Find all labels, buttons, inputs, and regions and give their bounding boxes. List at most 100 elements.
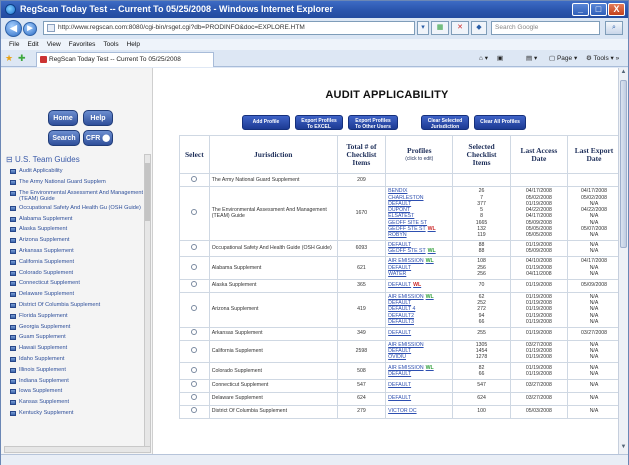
scroll-down-icon[interactable]: ▼ (619, 444, 628, 453)
profile-link[interactable]: DEFAULT WL (388, 282, 450, 288)
close-button[interactable]: X (608, 3, 625, 16)
sidebar-item[interactable]: Alabama Supplement (4, 214, 144, 225)
maximize-button[interactable]: □ (590, 3, 607, 16)
last-export-cell: 03/27/2008 (567, 326, 618, 341)
clear-selected-button[interactable]: Clear Selected Jurisdiction (421, 115, 469, 130)
sidebar-item[interactable]: Indiana Supplement (4, 376, 144, 387)
menu-file[interactable]: File (5, 39, 23, 50)
profiles-cell: VICTOR DC (385, 404, 454, 419)
profile-name: DEFAULT2 (388, 312, 414, 319)
cell-value: 1278 (475, 354, 488, 361)
table-row: The Army National Guard Supplement 209 (179, 173, 618, 187)
page-scrollbar[interactable]: ▲ ▼ (618, 68, 628, 454)
compatibility-icon[interactable]: ▦ (431, 21, 449, 35)
select-radio[interactable] (191, 209, 198, 216)
profile-link[interactable]: DEFAULT (388, 395, 450, 401)
table-row: Arizona Supplement 419 AIR EMISSION WL DEFAU… (179, 291, 618, 328)
profile-link[interactable]: WATER (388, 271, 450, 277)
tools-menu[interactable]: ⚙ Tools ▾ » (586, 53, 619, 64)
profile-link[interactable]: OVIDIU (388, 354, 450, 360)
profile-name: DEFAULT (388, 300, 412, 307)
sidebar-item[interactable]: Connecticut Supplement (4, 278, 144, 289)
menu-help[interactable]: Help (123, 39, 144, 50)
sidebar-item[interactable]: The Army National Guard Supplem (4, 177, 144, 188)
print-icon[interactable]: ▤ ▾ (526, 53, 537, 64)
address-dropdown-icon[interactable]: ▾ (417, 21, 429, 35)
sidebar-item[interactable]: District Of Columbia Supplement (4, 300, 144, 311)
sidebar-item[interactable]: Kentucky Supplement (4, 408, 144, 419)
select-radio[interactable] (191, 281, 198, 288)
sidebar-item[interactable]: Hawaii Supplement (4, 343, 144, 354)
jurisdiction-cell: The Environmental Assessment And Managem… (208, 186, 338, 241)
book-icon (10, 302, 16, 308)
sidebar-item[interactable]: Alaska Supplement (4, 224, 144, 235)
scroll-thumb[interactable] (620, 80, 627, 248)
profile-link[interactable]: DEFAULT (388, 371, 450, 377)
select-radio[interactable] (191, 394, 198, 401)
home-button[interactable]: Home (48, 110, 78, 126)
minimize-button[interactable]: _ (572, 3, 589, 16)
favorites-star-icon[interactable]: ★ (5, 53, 13, 64)
search-go-icon[interactable]: ⌕ (605, 21, 623, 35)
sidebar-item[interactable]: Audit Applicability (4, 166, 144, 177)
sidebar-item[interactable]: Delaware Supplement (4, 289, 144, 300)
select-radio[interactable] (191, 381, 198, 388)
refresh-stop-icon[interactable]: ✕ (451, 21, 469, 35)
search-input[interactable]: Search Google (491, 21, 600, 35)
sidebar-item[interactable]: Illinois Supplement (4, 365, 144, 376)
profile-link[interactable]: DEFAULT3 (388, 319, 450, 325)
search-button[interactable]: Search (48, 130, 80, 146)
sidebar-item[interactable]: Florida Supplement (4, 311, 144, 322)
select-radio[interactable] (191, 305, 198, 312)
profile-link[interactable]: GEOFF STE ST WL (388, 248, 450, 254)
select-radio[interactable] (191, 347, 198, 354)
profile-link[interactable]: ROBYN (388, 232, 450, 238)
profile-link[interactable]: DEFAULT (388, 382, 450, 388)
page-menu[interactable]: ▢ Page ▾ (549, 53, 577, 64)
select-radio[interactable] (191, 263, 198, 270)
profile-link[interactable]: DEFAULT (388, 330, 450, 336)
help-button[interactable]: Help (83, 110, 113, 126)
menu-view[interactable]: View (43, 39, 65, 50)
sidebar-item[interactable]: Arizona Supplement (4, 235, 144, 246)
guides-section-title[interactable]: ⊟ U.S. Team Guides (4, 154, 144, 166)
menu-tools[interactable]: Tools (99, 39, 122, 50)
last-access-cell: 01/19/2008 05/09/2008 (509, 239, 569, 257)
clear-all-button[interactable]: Clear All Profiles (474, 115, 526, 130)
tab-current[interactable]: RegScan Today Test -- Current To 05/25/2… (36, 52, 214, 67)
sidebar-item[interactable]: Guam Supplement (4, 332, 144, 343)
sidebar-item[interactable]: The Environmental Assessment And Managem… (4, 188, 144, 203)
menu-edit[interactable]: Edit (23, 39, 42, 50)
sidebar-item[interactable]: Arkansas Supplement (4, 246, 144, 257)
select-radio[interactable] (191, 244, 198, 251)
select-radio[interactable] (191, 329, 198, 336)
home-icon[interactable]: ⌂ ▾ (479, 53, 488, 64)
add-favorites-icon[interactable]: ✚ (18, 53, 26, 64)
wl-tag: WL (413, 282, 422, 289)
scroll-up-icon[interactable]: ▲ (619, 69, 628, 78)
address-input[interactable]: http://www.regscan.com:8080/cgi-bin/rsge… (43, 21, 415, 35)
select-radio[interactable] (191, 175, 198, 182)
cell-value: 05/03/2008 (525, 408, 552, 415)
sidebar-item[interactable]: Kansas Supplement (4, 397, 144, 408)
sidebar-item[interactable]: Iowa Supplement (4, 386, 144, 397)
add-profile-button[interactable]: Add Profile (242, 115, 290, 130)
profile-link[interactable]: VICTOR DC (388, 408, 450, 414)
sidebar-item[interactable]: Colorado Supplement (4, 268, 144, 279)
select-cell (179, 173, 210, 187)
forward-button[interactable]: ▶ (23, 22, 37, 36)
select-radio[interactable] (191, 407, 198, 414)
cfr-button[interactable]: CFR ⬤ (83, 130, 113, 146)
sidebar-item[interactable]: California Supplement (4, 257, 144, 268)
menu-favorites[interactable]: Favorites (65, 39, 100, 50)
back-button[interactable]: ◀ (5, 20, 22, 37)
export-excel-button[interactable]: Export Profiles To EXCEL (295, 115, 343, 130)
sidebar-hscrollbar[interactable] (4, 446, 151, 453)
select-radio[interactable] (191, 366, 198, 373)
sidebar-item[interactable]: Occupational Safety And Health Gu (OSH G… (4, 203, 144, 214)
sidebar-scrollbar[interactable] (144, 154, 151, 450)
export-users-button[interactable]: Export Profiles To Other Users (348, 115, 398, 130)
sidebar-item[interactable]: Georgia Supplement (4, 322, 144, 333)
sidebar-item[interactable]: Idaho Supplement (4, 354, 144, 365)
feeds-icon[interactable]: ▣ (497, 53, 503, 64)
